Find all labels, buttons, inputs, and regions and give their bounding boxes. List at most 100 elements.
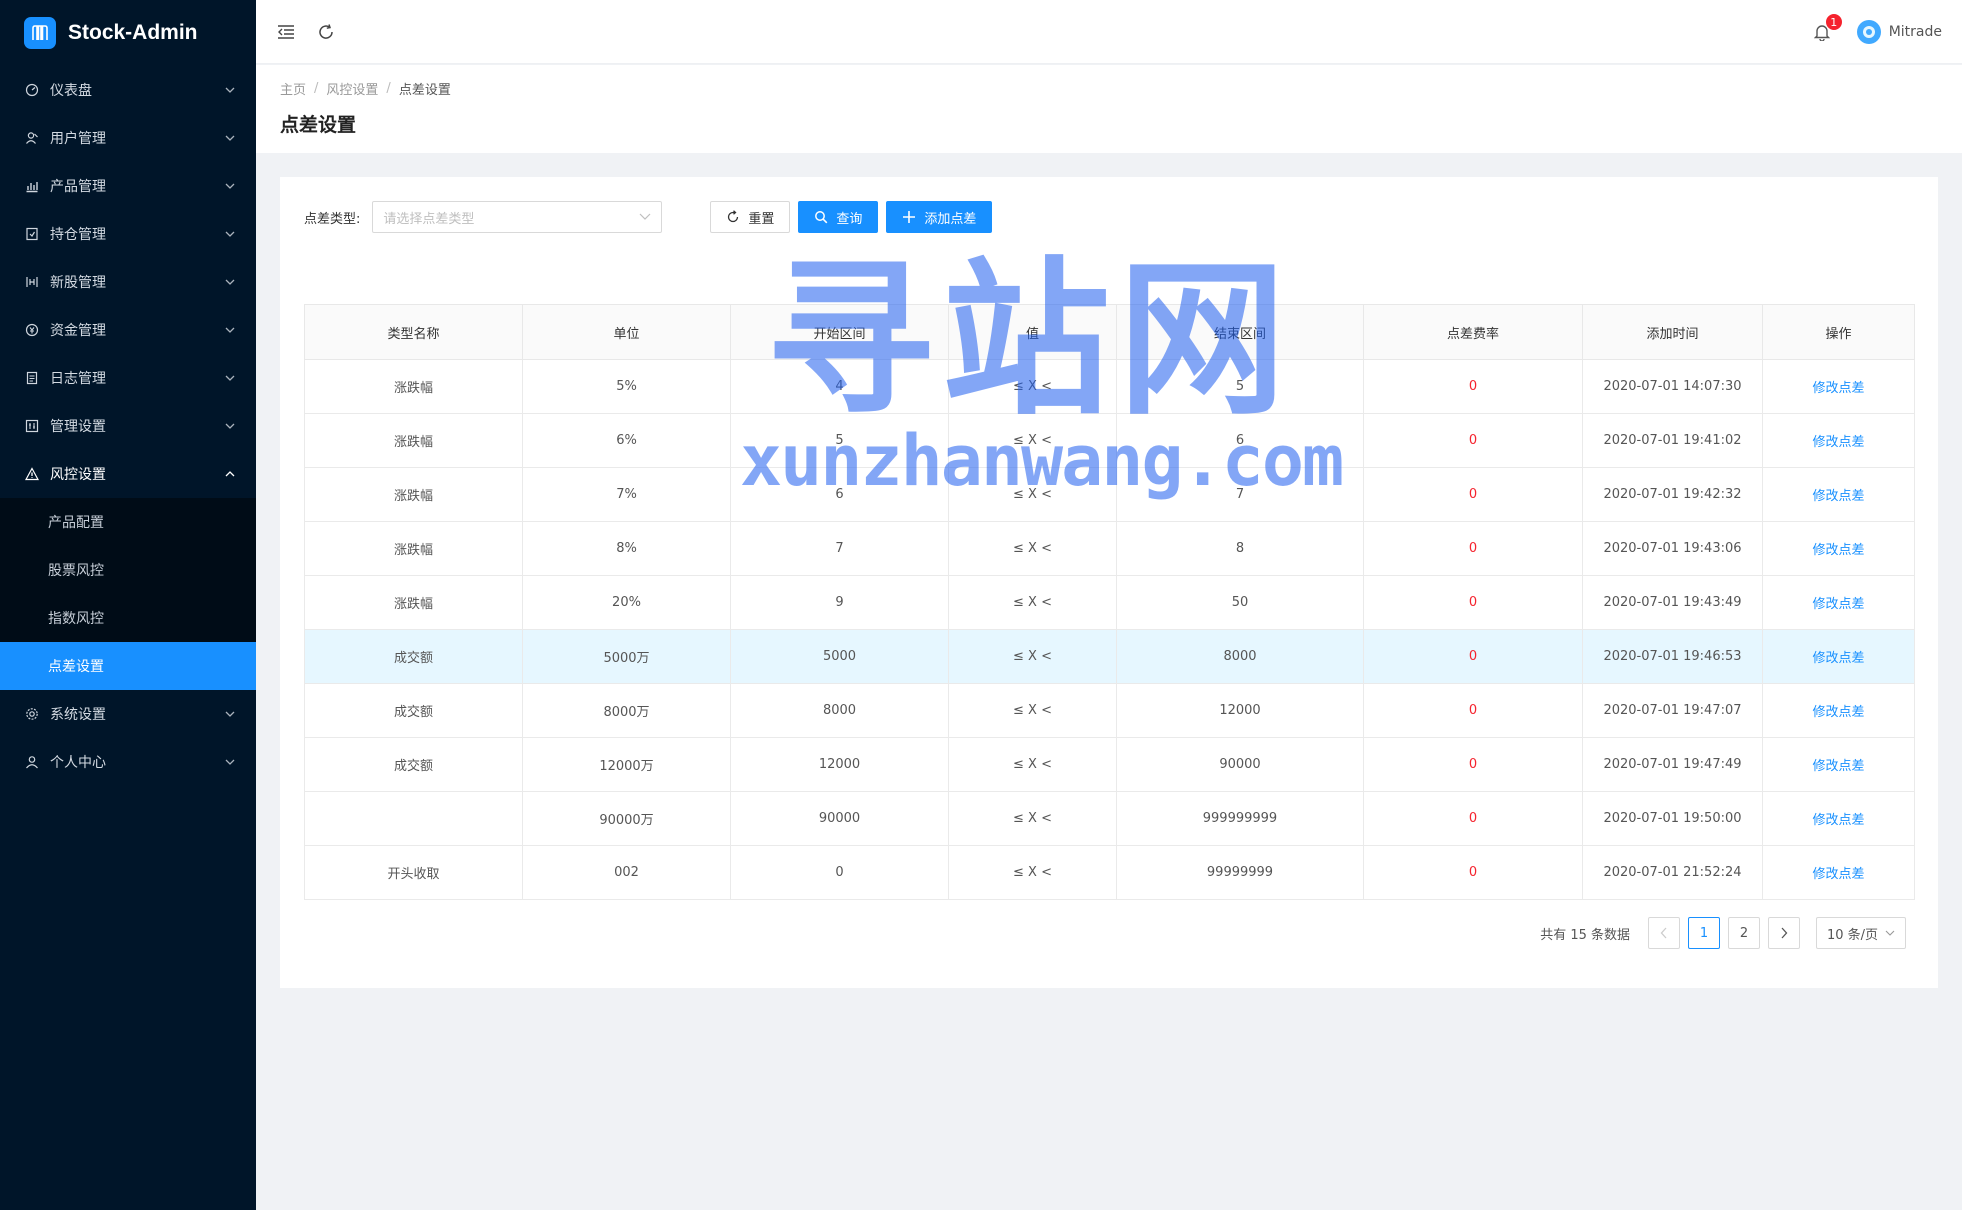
chevron-down-icon [224,708,236,720]
sidebar-item-label: 风控设置 [50,467,106,483]
edit-spread-link[interactable]: 修改点差 [1812,381,1864,396]
cell-unit: 5000万 [522,629,731,684]
cell-op: ≤ X < [948,791,1117,846]
column-header: 类型名称 [304,304,523,360]
cell-time: 2020-07-01 19:41:02 [1582,413,1763,468]
cell-action: 修改点差 [1762,791,1915,846]
sidebar-item-label: 系统设置 [50,707,106,723]
sidebar-item-warning[interactable]: 风控设置 [0,450,256,498]
spread-type-label: 点差类型: [304,211,361,227]
next-page-button[interactable] [1768,917,1800,949]
sidebar-item-label: 仪表盘 [50,83,92,99]
money-icon [24,322,40,338]
sidebar-item-log[interactable]: 日志管理 [0,354,256,402]
cell-start: 5000 [730,629,949,684]
sidebar-item-admin-settings[interactable]: 管理设置 [0,402,256,450]
sidebar-item-chart[interactable]: 产品管理 [0,162,256,210]
column-header: 开始区间 [730,304,949,360]
logo[interactable]: Stock-Admin [0,0,256,66]
cell-action: 修改点差 [1762,359,1915,414]
cell-op: ≤ X < [948,413,1117,468]
edit-spread-link[interactable]: 修改点差 [1812,435,1864,450]
cell-name: 涨跌幅 [304,359,523,414]
chevron-down-icon [224,420,236,432]
table-row: 涨跌幅 8% 7 ≤ X <8 0 2020-07-01 19:43:06 修改点差 [304,521,1915,576]
cell-time: 2020-07-01 19:43:49 [1582,575,1763,630]
table-row: 成交额 5000万 5000 ≤ X <8000 0 2020-07-01 19:46:5… [304,629,1915,684]
cell-start: 7 [730,521,949,576]
cell-start: 5 [730,413,949,468]
avatar[interactable] [1856,19,1881,44]
cell-end: 6 [1116,413,1364,468]
spread-type-placeholder: 请选择点差类型 [383,211,475,227]
plus-icon [902,210,916,224]
prev-page-button[interactable] [1648,917,1680,949]
cell-action: 修改点差 [1762,521,1915,576]
sidebar-menu: 仪表盘用户管理产品管理 持仓管理新股管理资金管理日志管理管理设置风控设置 [0,66,256,498]
cell-action: 修改点差 [1762,629,1915,684]
cell-rate: 0 [1363,521,1583,576]
sidebar-item-label: 管理设置 [50,419,106,435]
page-1-button[interactable]: 1 [1688,917,1720,949]
username[interactable]: Mitrade [1889,24,1942,40]
cell-op: ≤ X < [948,359,1117,414]
sidebar-subitem[interactable]: 产品配置 [0,498,256,546]
search-button[interactable]: 查询 [798,201,879,233]
edit-spread-link[interactable]: 修改点差 [1812,759,1864,774]
edit-spread-link[interactable]: 修改点差 [1812,867,1864,882]
refresh-button[interactable] [306,12,346,52]
sidebar-subitem[interactable]: 股票风控 [0,546,256,594]
sidebar-item-dashboard[interactable]: 仪表盘 [0,66,256,114]
column-header: 结束区间 [1116,304,1364,360]
sidebar-item-new-stock[interactable]: 新股管理 [0,258,256,306]
menu-fold-button[interactable] [266,12,306,52]
page-size-select[interactable]: 10 条/页 [1816,917,1906,949]
person-icon [24,754,40,770]
cell-action: 修改点差 [1762,737,1915,792]
sidebar-menu-bottom: 系统设置个人中心 [0,690,256,786]
sidebar: Stock-Admin 仪表盘用户管理产品管理 持仓管理新股管理资金管理日志管理管… [0,0,256,1210]
edit-spread-link[interactable]: 修改点差 [1812,597,1864,612]
chevron-down-icon [224,276,236,288]
chevron-down-icon [224,228,236,240]
chevron-down-icon [224,132,236,144]
edit-spread-link[interactable]: 修改点差 [1812,543,1864,558]
sidebar-item-position[interactable]: 持仓管理 [0,210,256,258]
sidebar-item-user-manage[interactable]: 用户管理 [0,114,256,162]
log-icon [24,370,40,386]
sidebar-subitem[interactable]: 点差设置 [0,642,256,690]
new-stock-icon [24,274,40,290]
table-row: 涨跌幅 7% 6 ≤ X <7 0 2020-07-01 19:42:32 修改点差 [304,467,1915,522]
cell-op: ≤ X < [948,629,1117,684]
cell-rate: 0 [1363,845,1583,900]
spread-type-select[interactable]: 请选择点差类型 [372,201,663,233]
breadcrumb-home[interactable]: 主页 [280,79,306,98]
cell-time: 2020-07-01 19:47:07 [1582,683,1763,738]
breadcrumb-risk-settings[interactable]: 风控设置 [326,79,378,98]
sidebar-item-gear[interactable]: 系统设置 [0,690,256,738]
notification-button[interactable]: 1 [1807,12,1843,47]
cell-start: 6 [730,467,949,522]
sidebar-item-label: 用户管理 [50,131,106,147]
cell-rate: 0 [1363,683,1583,738]
cell-name: 涨跌幅 [304,575,523,630]
logo-icon [24,17,56,49]
risk-submenu: 产品配置 股票风控 指数风控 点差设置 [0,498,256,690]
sidebar-item-label: 新股管理 [50,275,106,291]
cell-time: 2020-07-01 19:50:00 [1582,791,1763,846]
sidebar-item-label: 资金管理 [50,323,106,339]
column-header: 添加时间 [1582,304,1763,360]
sidebar-item-person[interactable]: 个人中心 [0,738,256,786]
page-2-button[interactable]: 2 [1728,917,1760,949]
edit-spread-link[interactable]: 修改点差 [1812,651,1864,666]
content-card: 点差类型: 请选择点差类型 重置 查询 添加点差 类型名称 单位 开始区间 值 … [280,177,1938,988]
edit-spread-link[interactable]: 修改点差 [1812,705,1864,720]
edit-spread-link[interactable]: 修改点差 [1812,813,1864,828]
sidebar-item-money[interactable]: 资金管理 [0,306,256,354]
table-row: 涨跌幅 5% 4 ≤ X <5 0 2020-07-01 14:07:30 修改点差 [304,359,1915,414]
edit-spread-link[interactable]: 修改点差 [1812,489,1864,504]
add-spread-button[interactable]: 添加点差 [886,201,993,233]
sidebar-subitem[interactable]: 指数风控 [0,594,256,642]
reset-button[interactable]: 重置 [710,201,791,233]
table-row: 成交额 8000万 8000 ≤ X <12000 0 2020-07-01 19:47:… [304,683,1915,738]
